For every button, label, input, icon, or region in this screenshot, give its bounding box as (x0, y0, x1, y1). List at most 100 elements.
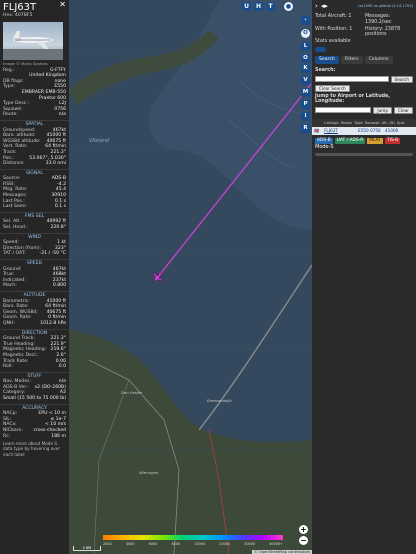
source-tisb: TIS-B (384, 137, 401, 144)
aircraft-info-panel: FLJ63T Hex: 407BF5 ✕ Image © Mario Santo… (0, 0, 69, 554)
jump-button[interactable]: Jump (373, 107, 393, 115)
alt-tick: 2000 (103, 542, 112, 546)
aircraft-photo-image (3, 31, 63, 60)
alt-tick: 4000 (125, 542, 135, 546)
zoom-in-button[interactable]: + (299, 525, 308, 534)
col-callsign[interactable]: Callsign (324, 120, 339, 126)
map-button-t[interactable]: T (266, 2, 275, 11)
row-type: E550 (358, 127, 369, 133)
stats-available-label: Stats available (315, 39, 351, 45)
table-header: Callsign Route Type Squawk Alt. (ft) Spd… (312, 119, 416, 127)
clear-search-button[interactable]: Clear Search (315, 84, 350, 92)
expand-left-icon[interactable]: ◂▸ (321, 3, 328, 10)
col-route[interactable]: Route (341, 120, 352, 126)
info-value: 0.800 (52, 283, 66, 289)
jump-input[interactable] (315, 107, 372, 114)
col-type[interactable]: Type (354, 120, 363, 126)
stat-messages: Messages: 1390.2/sec (365, 14, 392, 25)
info-label: Route: (3, 112, 18, 118)
map-view[interactable]: Vlieland Den Helder Wieringen Breezanddi… (69, 0, 312, 554)
col-alt[interactable]: Alt. (ft) (382, 120, 395, 126)
info-label: Distance: (3, 161, 25, 167)
photo-credit: Image © Mario Santoro (3, 61, 48, 66)
side-button-v[interactable]: V (301, 76, 310, 85)
info-value: 0.0 (58, 364, 66, 370)
info-label: Sel. Head.: (3, 225, 28, 231)
search-input[interactable] (315, 75, 389, 82)
expand-right-icon[interactable]: › (315, 3, 318, 10)
info-value: n/a (58, 112, 66, 118)
mode-s-label: Mode-S (315, 143, 334, 150)
tab-columns[interactable]: Columns (364, 55, 393, 64)
tar1090-screen: FLJ63T Hex: 407BF5 ✕ Image © Mario Santo… (0, 0, 416, 554)
map-canvas[interactable] (69, 0, 312, 554)
row-callsign[interactable]: FLJ63T (324, 128, 342, 134)
close-icon[interactable]: ✕ (59, 1, 66, 8)
side-button-p[interactable]: P (301, 100, 310, 109)
side-button-o2[interactable]: O (301, 54, 310, 63)
alt-tick: 6000 (148, 542, 158, 546)
info-label: Last Seen: (3, 204, 28, 210)
map-button-h[interactable]: H (254, 2, 263, 11)
aircraft-photo[interactable] (3, 22, 63, 60)
col-spd[interactable]: Spd. (397, 120, 405, 126)
clear-button[interactable]: Clear (394, 107, 413, 115)
section-altitude[interactable]: ALTITUDE (0, 290, 69, 299)
info-value: 1012.8 hPa (40, 320, 66, 326)
sidebar-tabs: Search Filters Columns (312, 53, 416, 67)
footer-note: Learn more about Mode S data type by hov… (3, 441, 61, 457)
version-link[interactable]: tar1090 on github (3.14.1703) (358, 4, 413, 10)
search-label: Search: (315, 67, 336, 73)
tab-search[interactable]: Search (315, 55, 339, 64)
alt-tick: 40000+ (269, 542, 283, 546)
search-button[interactable]: Search (390, 75, 413, 83)
side-button-i[interactable]: I (301, 112, 310, 121)
info-value: 0.1 s (54, 204, 66, 210)
stat-history: History: 23878 positions (365, 26, 401, 38)
section-direction[interactable]: DIRECTION (0, 328, 69, 337)
toggle-sidebar-button[interactable]: ‹ (301, 16, 310, 25)
stats-available-row: Stats available (312, 38, 416, 46)
side-button-r[interactable]: R (301, 124, 310, 133)
stat-total-aircraft: Total Aircraft: 1 (315, 14, 352, 19)
sidebar-topnav: › ◂▸ tar1090 on github (3.14.1703) (312, 0, 416, 14)
town-label: Breezanddijk (207, 398, 232, 403)
alt-tick: 8000 (171, 542, 181, 546)
row-squawk: 0756 (370, 127, 381, 133)
table-row[interactable]: 🇬🇧 FLJ63T E550 0756 41000 (312, 126, 416, 135)
town-label: Den Helder (121, 390, 143, 395)
info-row: Roll: 0.0 (0, 364, 69, 370)
section-spatial[interactable]: SPATIAL (0, 119, 69, 128)
side-button-k[interactable]: K (301, 64, 310, 73)
settings-icon[interactable]: ● (284, 2, 293, 11)
horizontal-scrollbar[interactable] (315, 153, 413, 157)
source-uat: UAT / ADS-R (334, 137, 366, 144)
hex-code: Hex: 407BF5 (3, 13, 33, 18)
section-speed[interactable]: SPEED (0, 259, 69, 267)
map-attribution[interactable]: © OpenStreetMap contributors (252, 550, 312, 554)
info-value: 220.8° (50, 225, 66, 231)
info-value: 33.0 nmi (45, 161, 66, 167)
info-row: QNH: 1012.8 hPa (0, 321, 69, 327)
info-row: Route: n/a (0, 112, 69, 118)
info-row: Last Seen: 0.1 s (0, 204, 69, 210)
info-label: Mach: (3, 283, 17, 289)
side-button-m[interactable]: M (301, 88, 310, 97)
callsign-title: FLJ63T (3, 2, 37, 13)
stat-with-position: With Position: 1 (315, 26, 353, 32)
row-route (344, 128, 356, 134)
source-adsb: ADS-B (315, 137, 333, 144)
altitude-legend-ticks: 2000 4000 6000 8000 10000 20000 30000 40… (103, 542, 283, 546)
zoom-out-button[interactable]: − (299, 536, 308, 545)
map-button-u[interactable]: U (242, 2, 251, 11)
info-label: Type: (3, 84, 16, 90)
col-squawk[interactable]: Squawk (365, 120, 380, 126)
town-label: Wieringen (139, 470, 159, 475)
side-button-o[interactable]: O (301, 29, 310, 38)
stats-toggle[interactable] (315, 46, 326, 52)
info-value: 186 m (51, 433, 66, 439)
side-button-l[interactable]: L (301, 42, 310, 51)
tab-filters[interactable]: Filters (340, 55, 363, 64)
stats-grid: Total Aircraft: 1 Messages: 1390.2/sec W… (312, 14, 416, 38)
info-value: -21 / -50 °C (39, 251, 66, 257)
